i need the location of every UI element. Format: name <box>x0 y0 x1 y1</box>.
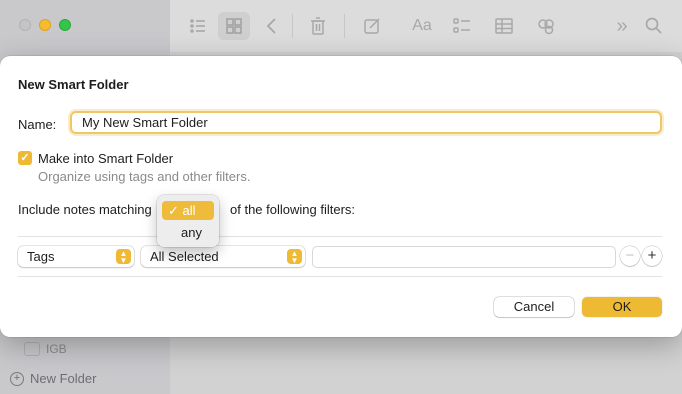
filter-value-popup[interactable]: All Selected ▲ ▼ <box>141 246 305 267</box>
menu-item-any[interactable]: any <box>162 223 214 242</box>
checklist-icon[interactable] <box>450 14 474 38</box>
maximize-window-button[interactable] <box>59 19 71 31</box>
include-notes-label: Include notes matching <box>18 202 152 217</box>
trash-icon[interactable] <box>306 14 330 38</box>
checkmark-icon: ✓ <box>168 203 179 218</box>
toolbar-divider <box>292 14 293 38</box>
minus-icon: − <box>625 247 635 264</box>
chevron-up-down-icon: ▲ ▼ <box>287 249 302 265</box>
table-icon[interactable] <box>492 14 516 38</box>
dialog-title: New Smart Folder <box>18 77 129 92</box>
sidebar-item-igb[interactable]: IGB <box>24 342 67 356</box>
following-filters-label: of the following filters: <box>230 202 356 217</box>
menu-item-label: any <box>181 225 202 240</box>
new-smart-folder-dialog: New Smart Folder Name: My New Smart Fold… <box>0 56 682 337</box>
compose-icon[interactable] <box>360 14 384 38</box>
toolbar-divider <box>344 14 345 38</box>
add-filter-button[interactable]: + <box>642 246 662 266</box>
remove-filter-button[interactable]: − <box>620 246 640 266</box>
filter-field-value: Tags <box>27 249 55 264</box>
menu-item-label: all <box>182 203 196 218</box>
plus-icon: + <box>647 247 657 264</box>
menu-item-all[interactable]: ✓ all <box>162 201 214 220</box>
more-icon[interactable]: » <box>610 14 634 38</box>
ok-button[interactable]: OK <box>582 297 662 317</box>
filter-text-input[interactable] <box>312 246 616 268</box>
back-icon[interactable] <box>260 14 284 38</box>
folder-name-input[interactable]: My New Smart Folder <box>70 111 662 134</box>
new-folder-button[interactable]: + New Folder <box>10 371 96 386</box>
match-dropdown-menu: ✓ all any <box>157 195 219 247</box>
new-folder-label: New Folder <box>30 371 97 386</box>
list-icon[interactable] <box>186 14 210 38</box>
make-smart-folder-checkbox[interactable]: ✓ <box>18 151 32 165</box>
search-icon[interactable] <box>642 14 666 38</box>
plus-circle-icon: + <box>10 371 24 386</box>
share-icon[interactable] <box>534 14 558 38</box>
font-icon[interactable]: Aa <box>408 14 436 38</box>
folder-icon <box>24 342 40 356</box>
sidebar-item-label: IGB <box>46 342 67 356</box>
filter-value-label: All Selected <box>150 249 219 264</box>
make-smart-folder-label[interactable]: Make into Smart Folder <box>38 151 173 166</box>
chevron-up-down-icon: ▲ ▼ <box>116 249 131 265</box>
make-smart-folder-description: Organize using tags and other filters. <box>38 169 251 184</box>
grid-icon[interactable] <box>222 14 246 38</box>
checkmark-icon: ✓ <box>20 152 30 164</box>
minimize-window-button[interactable] <box>39 19 51 31</box>
name-label: Name: <box>18 117 57 132</box>
divider <box>18 276 662 277</box>
close-window-button[interactable] <box>19 19 31 31</box>
cancel-button[interactable]: Cancel <box>494 297 574 317</box>
divider <box>18 236 662 237</box>
filter-field-popup[interactable]: Tags ▲ ▼ <box>18 246 134 267</box>
